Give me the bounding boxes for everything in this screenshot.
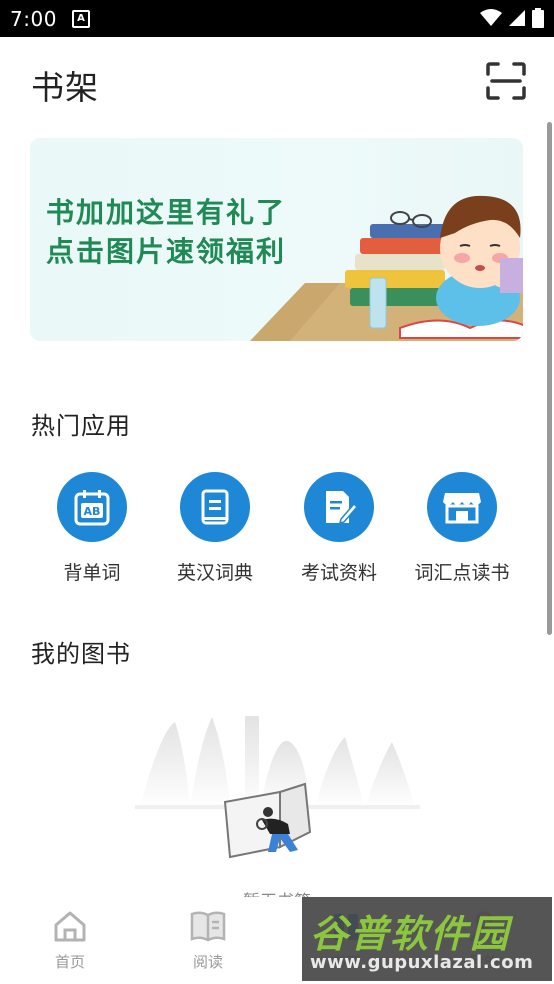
book-icon <box>201 489 229 525</box>
nav-reading[interactable]: 阅读 <box>168 909 248 972</box>
document-edit-icon <box>326 491 359 525</box>
status-bar: 7:00 A <box>0 0 554 37</box>
app-exam-materials[interactable]: 考试资料 <box>284 472 394 585</box>
store-icon <box>443 493 481 524</box>
battery-icon <box>532 8 544 28</box>
app-reading-book[interactable]: 词汇点读书 <box>407 472 517 585</box>
app-reading-book-circle <box>427 472 497 542</box>
app-reading-book-label: 词汇点读书 <box>414 562 510 584</box>
open-book-icon <box>190 911 226 942</box>
book-stack <box>350 288 445 306</box>
app-exam-materials-circle <box>304 472 374 542</box>
nav-home[interactable]: 首页 <box>30 909 110 972</box>
empty-books-illustration <box>135 716 420 859</box>
notification-a-icon: A <box>72 10 90 28</box>
promo-banner[interactable]: 书加加这里有礼了 点击图片速领福利 <box>30 138 523 341</box>
hot-apps-title: 热门应用 <box>31 412 131 440</box>
app-vocabulary-circle: AB <box>57 472 127 542</box>
my-books-title: 我的图书 <box>31 640 131 668</box>
nav-home-label: 首页 <box>54 953 85 971</box>
water-glass <box>369 277 387 329</box>
app-dictionary-label: 英汉词典 <box>176 562 253 584</box>
app-exam-materials-label: 考试资料 <box>300 562 377 584</box>
status-time: 7:00 <box>10 7 57 31</box>
app-header: 书架 <box>0 37 554 123</box>
app-dictionary-circle <box>180 472 250 542</box>
calendar-ab-icon: AB <box>74 490 110 526</box>
svg-text:AB: AB <box>84 505 101 518</box>
wifi-icon <box>480 9 502 26</box>
hot-apps-grid: AB 背单词 英汉词典 考试资料 词汇点读书 <box>0 472 554 592</box>
scan-icon[interactable] <box>486 62 526 100</box>
app-vocabulary[interactable]: AB 背单词 <box>37 472 147 585</box>
nav-reading-label: 阅读 <box>192 953 223 971</box>
site-watermark: 谷普软件园 www.gupuxlazal.com <box>302 897 552 981</box>
watermark-url: www.gupuxlazal.com <box>310 952 534 973</box>
watermark-title: 谷普软件园 <box>310 912 511 956</box>
cell-signal-icon <box>509 10 525 26</box>
page-title: 书架 <box>31 68 99 107</box>
app-vocabulary-label: 背单词 <box>63 562 121 584</box>
status-icons <box>480 8 544 28</box>
home-icon <box>54 911 86 942</box>
banner-illustration <box>250 195 523 341</box>
app-dictionary[interactable]: 英汉词典 <box>160 472 270 585</box>
